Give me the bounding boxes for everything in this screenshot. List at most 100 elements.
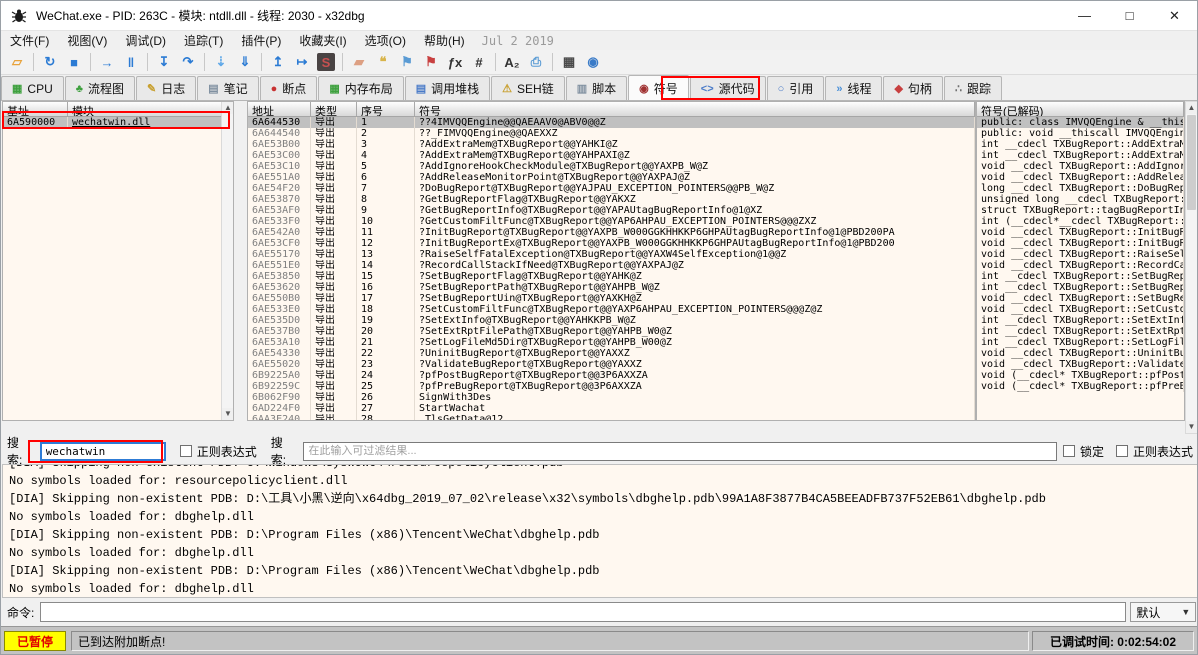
symbol-row[interactable]: 6B92259C导出25?pfPreBugReport@TXBugReport@… — [248, 381, 975, 392]
trace-record-icon[interactable]: # — [468, 52, 490, 72]
symbol-row[interactable]: 6AE53C10导出5?AddIgnoreHookCheckModule@TXB… — [248, 161, 975, 172]
symbol-row[interactable]: 6AE53870导出8?GetBugReportFlag@TXBugReport… — [248, 194, 975, 205]
run-to-user-code-icon[interactable]: ↦ — [291, 52, 313, 72]
undecorated-row[interactable]: int __cdecl TXBugReport::SetBugRepor — [977, 282, 1184, 293]
function-icon[interactable]: ƒx — [444, 52, 466, 72]
undecorated-row[interactable]: int __cdecl TXBugReport::SetBugRepor — [977, 271, 1184, 282]
symbol-row[interactable]: 6AE551A0导出6?AddReleaseMonitorPoint@TXBug… — [248, 172, 975, 183]
scroll-up-icon[interactable]: ▲ — [1186, 102, 1197, 114]
symbol-row[interactable]: 6AE53B00导出3?AddExtraMem@TXBugReport@@YAH… — [248, 139, 975, 150]
modules-column-header[interactable]: 模块 — [68, 102, 233, 116]
scroll-down-icon[interactable]: ▼ — [222, 408, 234, 420]
tab-笔记[interactable]: ▤笔记 — [197, 76, 258, 100]
tab-日志[interactable]: ✎日志 — [136, 76, 196, 100]
tab-源代码[interactable]: <>源代码 — [690, 76, 766, 100]
regex-checkbox-filter[interactable]: 正则表达式 — [1116, 443, 1193, 460]
undecorated-row[interactable]: void __cdecl TXBugReport::SetCustomF — [977, 304, 1184, 315]
module-search-input[interactable] — [40, 442, 166, 461]
tab-SEH链[interactable]: ⚠SEH链 — [491, 76, 565, 100]
scroll-up-icon[interactable]: ▲ — [222, 102, 234, 114]
symbol-row[interactable]: 6AE55020导出23?ValidateBugReport@TXBugRepo… — [248, 359, 975, 370]
log-output[interactable]: [DIA] Skipping non-existent PDB: C:\Wind… — [2, 464, 1198, 598]
menu-item-4[interactable]: 追踪(T) — [175, 31, 232, 50]
tab-线程[interactable]: »线程 — [825, 76, 882, 100]
run-icon[interactable]: → — [96, 52, 118, 72]
tab-调用堆栈[interactable]: ▤调用堆栈 — [405, 76, 490, 100]
symbol-row[interactable]: 6AE550B0导出17?SetBugReportUin@TXBugReport… — [248, 293, 975, 304]
symbol-row[interactable]: 6AD224F0导出27StartWachat — [248, 403, 975, 414]
symbol-row[interactable]: 6AE542A0导出11?InitBugReport@TXBugReport@@… — [248, 227, 975, 238]
undecorated-row[interactable]: void __cdecl TXBugReport::RecordCall — [977, 260, 1184, 271]
filter-input[interactable] — [303, 442, 1057, 461]
menu-item-6[interactable]: 收藏夹(I) — [290, 31, 355, 50]
menu-item-7[interactable]: 选项(O) — [356, 31, 415, 50]
symbol-row[interactable]: 6AE533F0导出10?GetCustomFiltFunc@TXBugRepo… — [248, 216, 975, 227]
symbol-row[interactable]: 6AE533E0导出18?SetCustomFiltFunc@TXBugRepo… — [248, 304, 975, 315]
symbols-column-header[interactable]: 类型 — [311, 102, 357, 116]
symbol-row[interactable]: 6A644540导出2??_FIMVQQEngine@@QAEXXZ — [248, 128, 975, 139]
comment-icon[interactable]: ❝ — [372, 52, 394, 72]
undecorated-row[interactable]: unsigned long __cdecl TXBugReport::G — [977, 194, 1184, 205]
checkbox-icon[interactable] — [1063, 445, 1075, 457]
symbol-row[interactable]: 6AE53AF0导出9?GetBugReportInfo@TXBugReport… — [248, 205, 975, 216]
minimize-button[interactable]: — — [1062, 1, 1107, 31]
tab-断点[interactable]: ●断点 — [260, 76, 318, 100]
animate-into-icon[interactable]: ⇣ — [210, 52, 232, 72]
checkbox-icon[interactable] — [1116, 445, 1128, 457]
undecorated-row[interactable]: int __cdecl TXBugReport::SetExtRptFi — [977, 326, 1184, 337]
undecorated-row[interactable]: void __cdecl TXBugReport::ValidateBu — [977, 359, 1184, 370]
undecorated-row[interactable]: void __cdecl TXBugReport::RaiseSelfF — [977, 249, 1184, 260]
animate-over-icon[interactable]: ⇓ — [234, 52, 256, 72]
undecorated-row[interactable]: void (__cdecl* TXBugReport::pfPreBug — [977, 381, 1184, 392]
symbol-row[interactable]: 6AE537B0导出20?SetExtRptFilePath@TXBugRepo… — [248, 326, 975, 337]
symbol-row[interactable]: 6AE55170导出13?RaiseSelfFatalException@TXB… — [248, 249, 975, 260]
skip-icon[interactable]: S — [317, 53, 335, 71]
restart-icon[interactable]: ↻ — [39, 52, 61, 72]
pause-icon[interactable]: ‖ — [120, 52, 142, 72]
symbols-column-header[interactable]: 地址 — [248, 102, 311, 116]
undecorated-row[interactable]: struct TXBugReport::tagBugReportInfo — [977, 205, 1184, 216]
open-file-icon[interactable]: ▱ — [6, 52, 28, 72]
menu-item-2[interactable]: 视图(V) — [58, 31, 116, 50]
menu-item-8[interactable]: 帮助(H) — [415, 31, 474, 50]
undecorated-row[interactable]: void __cdecl TXBugReport::SetBugRepo — [977, 293, 1184, 304]
undecorated-row[interactable]: long __cdecl TXBugReport::DoBugRepor — [977, 183, 1184, 194]
undecorated-row[interactable]: int __cdecl TXBugReport::AddExtraMem — [977, 139, 1184, 150]
symbol-row[interactable]: 6AE54F20导出7?DoBugReport@TXBugReport@@YAJ… — [248, 183, 975, 194]
modules-column-header[interactable]: 基址 — [3, 102, 68, 116]
undecorated-row[interactable]: int __cdecl TXBugReport::SetExtInfo( — [977, 315, 1184, 326]
checkbox-icon[interactable] — [180, 445, 192, 457]
undecorated-row[interactable]: void (__cdecl* TXBugReport::pfPostBu — [977, 370, 1184, 381]
tab-内存布局[interactable]: ▦内存布局 — [318, 76, 403, 100]
patch-icon[interactable]: ▰ — [348, 52, 370, 72]
symbol-row[interactable]: 6AE53A10导出21?SetLogFileMd5Dir@TXBugRepor… — [248, 337, 975, 348]
tab-流程图[interactable]: ♣流程图 — [65, 76, 135, 100]
symbol-row[interactable]: 6AE53620导出16?SetBugReportPath@TXBugRepor… — [248, 282, 975, 293]
symbol-row[interactable]: 6AE53850导出15?SetBugReportFlag@TXBugRepor… — [248, 271, 975, 282]
symbol-row[interactable]: 6AE53CF0导出12?InitBugReportEx@TXBugReport… — [248, 238, 975, 249]
undecorated-row[interactable]: void __cdecl TXBugReport::AddIgnoreH — [977, 161, 1184, 172]
tab-符号[interactable]: ◉符号 — [628, 75, 689, 100]
stop-icon[interactable]: ■ — [63, 52, 85, 72]
symbol-row[interactable]: 6AE535D0导出19?SetExtInfo@TXBugReport@@YAH… — [248, 315, 975, 326]
maximize-button[interactable]: □ — [1107, 1, 1152, 31]
scroll-down-icon[interactable]: ▼ — [1186, 421, 1197, 433]
undecorated-row[interactable]: int __cdecl TXBugReport::AddExtraMem — [977, 150, 1184, 161]
lock-checkbox[interactable]: 锁定 — [1063, 443, 1104, 460]
command-input[interactable] — [40, 602, 1126, 622]
step-out-icon[interactable]: ↥ — [267, 52, 289, 72]
scroll-thumb[interactable] — [1187, 115, 1196, 210]
step-into-icon[interactable]: ↧ — [153, 52, 175, 72]
modules-vscrollbar[interactable]: ▲ ▼ — [221, 102, 234, 420]
symbols-column-header[interactable]: 序号 — [357, 102, 415, 116]
menu-item-1[interactable]: 文件(F) — [1, 31, 58, 50]
undecorated-vscrollbar[interactable]: ▲ ▼ — [1185, 101, 1198, 434]
symbol-row[interactable]: 6AE53C00导出4?AddExtraMem@TXBugReport@@YAH… — [248, 150, 975, 161]
tab-脚本[interactable]: ▥脚本 — [566, 76, 627, 100]
bookmark-icon[interactable]: ⚑ — [420, 52, 442, 72]
menu-item-3[interactable]: 调试(D) — [116, 31, 175, 50]
symbol-row[interactable]: 6B9225A0导出24?pfPostBugReport@TXBugReport… — [248, 370, 975, 381]
symbol-row[interactable]: 6B062F90导出26SignWith3Des — [248, 392, 975, 403]
profile-dropdown[interactable]: 默认 ▼ — [1130, 602, 1196, 622]
symbol-row[interactable]: 6A644530导出1??4IMVQQEngine@@QAEAAV0@ABV0@… — [248, 117, 975, 128]
